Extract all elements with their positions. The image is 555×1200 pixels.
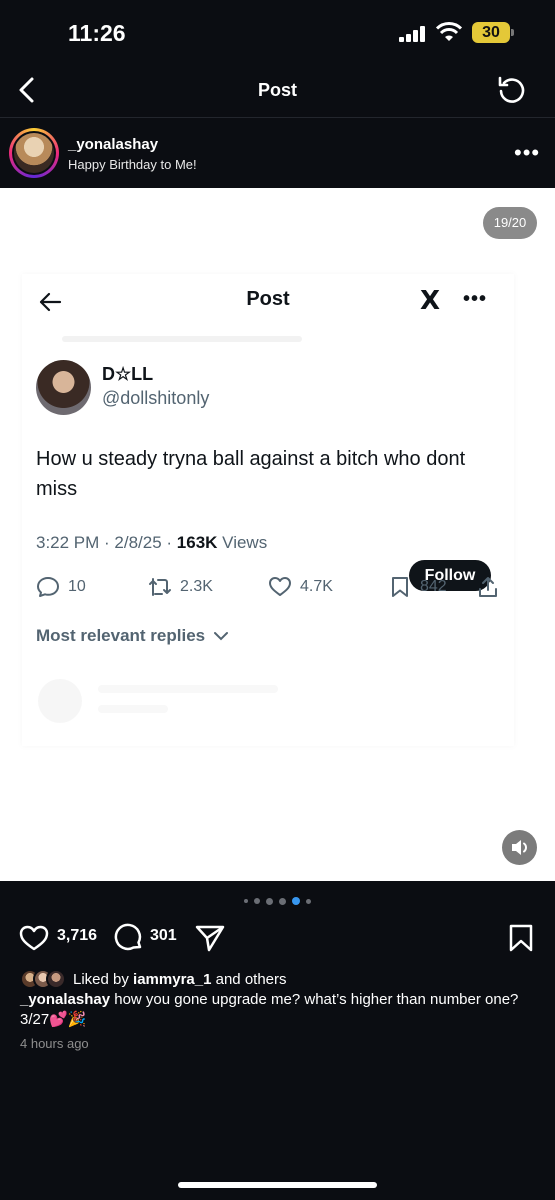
volume-button[interactable] (502, 830, 537, 865)
most-relevant-label: Most relevant replies (36, 626, 206, 645)
faded-line (62, 336, 302, 342)
carousel-dots (0, 896, 555, 906)
heart-icon (269, 577, 291, 596)
home-indicator[interactable] (178, 1182, 377, 1188)
liked-by-text: Liked by iammyra_1 and others (73, 971, 287, 988)
tweet-views-label: Views (217, 533, 268, 552)
tweet-bookmarks: 842 (388, 572, 447, 602)
post-username[interactable]: _yonalashay (68, 136, 158, 153)
tweet-share (476, 572, 500, 602)
liked-by-prefix: Liked by (73, 970, 134, 988)
repost-icon (149, 578, 171, 596)
more-options-icon[interactable]: ••• (514, 142, 540, 164)
faded-reply-line (98, 705, 168, 713)
tweet-reply-count: 10 (68, 578, 86, 595)
battery-level: 30 (472, 22, 510, 43)
page-title: Post (257, 80, 297, 100)
cellular-signal-icon (399, 26, 425, 42)
carousel-dot-active (292, 897, 300, 905)
reply-icon (37, 577, 59, 597)
post-header: _yonalashay Happy Birthday to Me! ••• (0, 119, 555, 187)
faded-reply-avatar (38, 679, 82, 723)
nav-bar: Post (0, 62, 555, 118)
status-time: 11:26 (68, 20, 126, 46)
tweet-meta: 3:22 PM · 2/8/25 · 163K Views (36, 533, 267, 553)
share-icon (479, 577, 497, 597)
tweet-avatar (36, 360, 91, 415)
tweet-most-relevant: Most relevant replies (36, 626, 228, 646)
like-heart-icon[interactable] (18, 922, 50, 954)
tweet-page-title: Post (246, 288, 290, 310)
liked-by-row[interactable]: Liked by iammyra_1 and others (20, 968, 287, 990)
post-caption: _yonalashay how you gone upgrade me? wha… (20, 990, 540, 1030)
tweet-handle: @dollshitonly (102, 388, 210, 408)
tweet-actions: 10 2.3K 4.7K 842 (36, 572, 506, 602)
tweet-like-count: 4.7K (300, 578, 333, 595)
tweet-display-name: D☆LL (102, 364, 154, 384)
battery-nub (511, 29, 514, 36)
tweet-bookmark-count: 842 (420, 578, 447, 595)
tweet-repost-count: 2.3K (180, 578, 213, 595)
liker-avatar (46, 969, 66, 989)
share-send-icon[interactable] (194, 922, 226, 954)
chevron-down-icon (213, 632, 228, 641)
faded-reply (38, 679, 498, 724)
carousel-counter: 19/20 (483, 207, 537, 239)
refresh-icon[interactable] (496, 74, 528, 106)
post-media[interactable]: 19/20 Post X ••• D☆LL @dollshitonly Foll… (0, 188, 555, 881)
speaker-icon (512, 840, 527, 855)
tweet-replies: 10 (36, 572, 86, 602)
faded-reply-line (98, 685, 278, 693)
tweet-screenshot: Post X ••• D☆LL @dollshitonly Follow How… (22, 274, 514, 746)
tweet-reposts: 2.3K (148, 572, 213, 602)
save-bookmark-icon[interactable] (505, 922, 537, 954)
carousel-dot (306, 898, 311, 904)
carousel-dot (254, 898, 260, 904)
carousel-dot (279, 897, 286, 905)
tweet-more-icon: ••• (463, 288, 488, 310)
post-timestamp: 4 hours ago (20, 1036, 89, 1051)
comment-count[interactable]: 301 (150, 927, 177, 945)
post-subtitle: Happy Birthday to Me! (68, 157, 197, 172)
tweet-likes: 4.7K (268, 572, 333, 602)
liked-by-user[interactable]: iammyra_1 (133, 971, 211, 988)
avatar (14, 133, 54, 173)
status-bar: 11:26 30 (0, 0, 555, 62)
like-count[interactable]: 3,716 (57, 927, 97, 945)
avatar-gap (12, 131, 56, 175)
battery-indicator: 30 (472, 22, 514, 43)
tweet-timestamp: 3:22 PM · 2/8/25 · (36, 533, 177, 552)
post-action-bar: 3,716 301 (0, 918, 555, 958)
caption-username[interactable]: _yonalashay (20, 991, 110, 1008)
tweet-views-count: 163K (176, 533, 218, 552)
liked-by-suffix[interactable]: and others (211, 971, 287, 988)
bookmark-icon (392, 577, 408, 597)
x-logo-icon: X (420, 286, 441, 316)
carousel-dot (244, 899, 248, 903)
tweet-text: How u steady tryna ball against a bitch … (36, 448, 466, 500)
carousel-dot (266, 897, 273, 905)
wifi-icon (436, 22, 462, 41)
story-avatar[interactable] (9, 128, 59, 178)
comment-icon[interactable] (113, 922, 145, 954)
